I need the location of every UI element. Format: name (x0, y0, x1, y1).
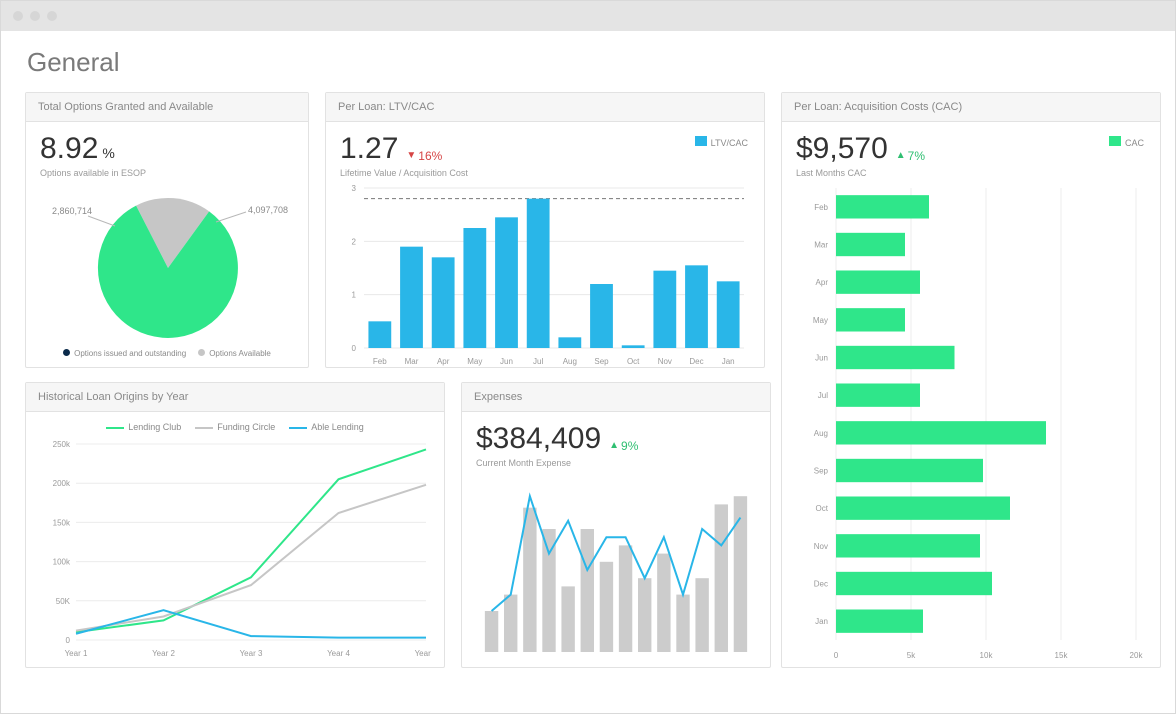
metric-delta-up: ▲9% (609, 439, 638, 453)
svg-text:Sep: Sep (594, 357, 609, 366)
triangle-down-icon: ▼ (406, 151, 416, 161)
pie-label-available: 2,860,714 (52, 206, 92, 216)
metric-delta-down: ▼16% (406, 149, 442, 163)
svg-text:Jun: Jun (815, 354, 828, 363)
svg-text:Aug: Aug (563, 357, 577, 366)
svg-text:May: May (467, 357, 482, 366)
svg-text:0: 0 (834, 651, 839, 660)
window-dot-icon (30, 11, 40, 21)
pie-label-outstanding: 4,097,708 (248, 205, 288, 215)
svg-text:Jan: Jan (722, 357, 735, 366)
options-pie-chart: 4,097,708 2,860,714 (40, 178, 296, 348)
card-historical: Historical Loan Origins by Year Lending … (25, 382, 445, 668)
svg-text:2: 2 (352, 237, 357, 246)
card-cac: Per Loan: Acquisition Costs (CAC) $9,570… (781, 92, 1161, 668)
svg-text:200k: 200k (53, 479, 71, 488)
metric-value: $384,409 (476, 422, 601, 456)
svg-text:Jul: Jul (533, 357, 543, 366)
svg-text:Oct: Oct (816, 504, 829, 513)
svg-text:3: 3 (352, 184, 357, 193)
card-expenses: Expenses $384,409 ▲9% Current Month Expe… (461, 382, 771, 668)
svg-text:1: 1 (352, 291, 357, 300)
window-dot-icon (13, 11, 23, 21)
svg-text:Year 2: Year 2 (152, 649, 175, 658)
metric-value: 8.92% (40, 132, 115, 166)
svg-text:Mar: Mar (814, 241, 828, 250)
svg-text:Year 5: Year 5 (415, 649, 432, 658)
svg-text:Year 3: Year 3 (240, 649, 263, 658)
svg-text:Apr: Apr (816, 278, 829, 287)
browser-titlebar (1, 1, 1175, 31)
card-title: Expenses (462, 383, 770, 412)
metric-value: $9,570 (796, 132, 888, 166)
svg-text:150k: 150k (53, 518, 71, 527)
svg-text:10k: 10k (980, 651, 994, 660)
page-title: General (27, 47, 1151, 78)
svg-text:Dec: Dec (689, 357, 703, 366)
svg-text:Apr: Apr (437, 357, 450, 366)
card-title: Historical Loan Origins by Year (26, 383, 444, 412)
svg-text:Jul: Jul (818, 391, 828, 400)
expenses-combo-chart (476, 468, 756, 658)
legend-line-icon (195, 427, 213, 429)
metric-subtitle: Options available in ESOP (40, 168, 294, 178)
historical-line-chart: 0 50K 100k 150k 200k 250k Year 1 Year 2 Year 3 Ye… (40, 436, 432, 662)
svg-text:0: 0 (66, 636, 71, 645)
ltv-legend: LTV/CAC (695, 136, 748, 148)
svg-text:Aug: Aug (814, 429, 828, 438)
svg-text:15k: 15k (1055, 651, 1069, 660)
svg-text:Year 4: Year 4 (327, 649, 350, 658)
svg-text:Feb: Feb (814, 203, 828, 212)
legend-swatch-icon (1109, 136, 1121, 146)
svg-text:Mar: Mar (405, 357, 419, 366)
historical-legend: Lending Club Funding Circle Able Lending (40, 422, 430, 432)
svg-text:Nov: Nov (658, 357, 672, 366)
card-title: Per Loan: Acquisition Costs (CAC) (782, 93, 1160, 122)
svg-text:Jun: Jun (500, 357, 513, 366)
svg-text:Nov: Nov (814, 542, 828, 551)
svg-text:Feb: Feb (373, 357, 387, 366)
svg-text:0: 0 (352, 344, 357, 353)
card-ltv-cac: Per Loan: LTV/CAC 1.27 ▼16% Lifetime Val… (325, 92, 765, 368)
legend-line-icon (289, 427, 307, 429)
cac-legend: CAC (1109, 136, 1144, 148)
svg-text:Jan: Jan (815, 617, 828, 626)
options-legend: Options issued and outstanding Options A… (40, 349, 294, 358)
triangle-up-icon: ▲ (609, 441, 619, 451)
legend-dot-icon (198, 349, 205, 356)
metric-subtitle: Last Months CAC (796, 168, 1146, 178)
svg-text:20k: 20k (1130, 651, 1144, 660)
svg-text:100k: 100k (53, 558, 71, 567)
triangle-up-icon: ▲ (896, 151, 906, 161)
svg-text:May: May (813, 316, 828, 325)
svg-text:50K: 50K (56, 597, 71, 606)
svg-text:Oct: Oct (627, 357, 640, 366)
legend-swatch-icon (695, 136, 707, 146)
metric-delta-up: ▲7% (896, 149, 925, 163)
svg-text:250k: 250k (53, 440, 71, 449)
metric-value: 1.27 (340, 132, 398, 166)
card-options: Total Options Granted and Available 8.92… (25, 92, 309, 368)
metric-subtitle: Lifetime Value / Acquisition Cost (340, 168, 750, 178)
ltv-cac-bar-chart: 0 1 2 3 Feb Mar Apr May Jun Jul Aug Sep Oct Nov Dec Jan (340, 178, 750, 370)
legend-dot-icon (63, 349, 70, 356)
metric-subtitle: Current Month Expense (476, 458, 756, 468)
browser-frame: General Total Options Granted and Availa… (0, 0, 1176, 714)
card-title: Per Loan: LTV/CAC (326, 93, 764, 122)
window-dot-icon (47, 11, 57, 21)
svg-text:Year 1: Year 1 (65, 649, 88, 658)
cac-hbar-chart: 0 5k 10k 15k 20k Feb Mar Apr May Jun Jul Aug Sep Oct N… (796, 178, 1146, 664)
svg-text:Sep: Sep (814, 467, 829, 476)
svg-text:Dec: Dec (814, 580, 828, 589)
card-title: Total Options Granted and Available (26, 93, 308, 122)
legend-line-icon (106, 427, 124, 429)
svg-text:5k: 5k (907, 651, 916, 660)
